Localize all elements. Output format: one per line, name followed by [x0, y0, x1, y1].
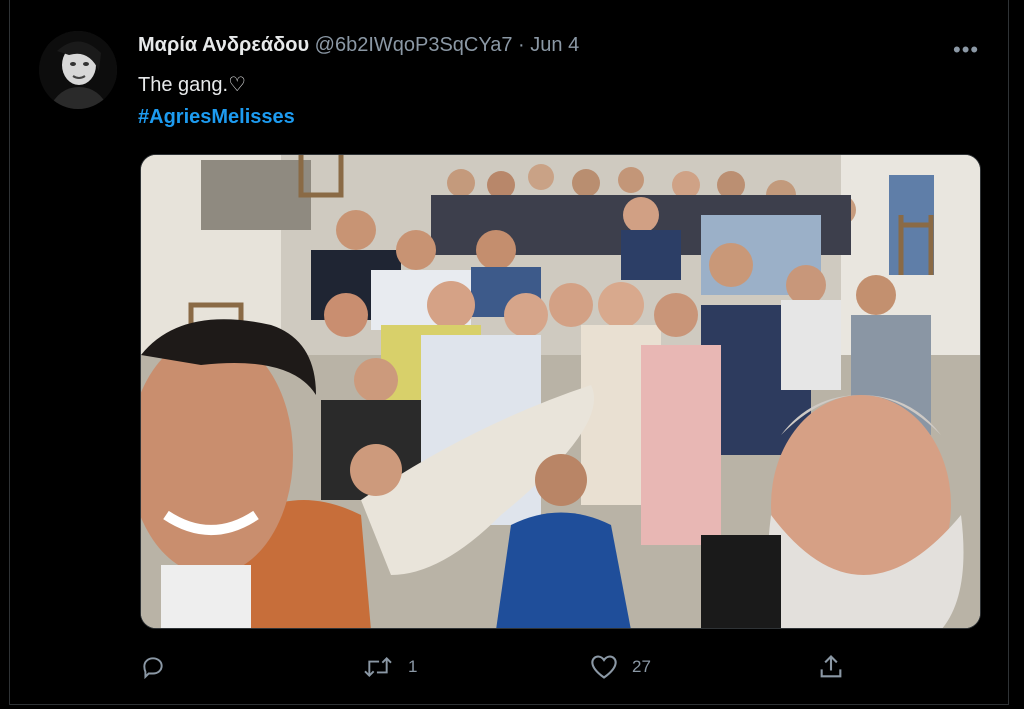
- tweet-date[interactable]: Jun 4: [530, 34, 579, 56]
- reply-button[interactable]: [140, 650, 180, 684]
- tweet-header: Μαρία Ανδρεάδου @6b2IWqoP3SqCYa7 · Jun 4: [138, 34, 579, 57]
- author-handle[interactable]: @6b2IWqoP3SqCYa7: [315, 34, 513, 56]
- like-button[interactable]: 27: [590, 650, 651, 684]
- reply-icon: [143, 657, 163, 680]
- author-name[interactable]: Μαρία Ανδρεάδου: [138, 34, 309, 56]
- hashtag-link[interactable]: #AgriesMelisses: [138, 106, 295, 129]
- tweet-text: The gang.♡: [138, 74, 246, 96]
- retweet-count: 1: [408, 657, 418, 676]
- share-button[interactable]: [817, 650, 845, 684]
- share-icon: [820, 655, 842, 678]
- more-icon[interactable]: •••: [953, 37, 979, 63]
- avatar[interactable]: [39, 31, 117, 109]
- retweet-button[interactable]: 1: [362, 650, 417, 684]
- retweet-icon: [364, 656, 392, 678]
- tweet-actions: 1 27: [0, 650, 1024, 684]
- tweet-photo[interactable]: [140, 154, 981, 629]
- like-count: 27: [632, 657, 651, 676]
- heart-icon: [591, 655, 617, 679]
- separator: ·: [518, 34, 525, 56]
